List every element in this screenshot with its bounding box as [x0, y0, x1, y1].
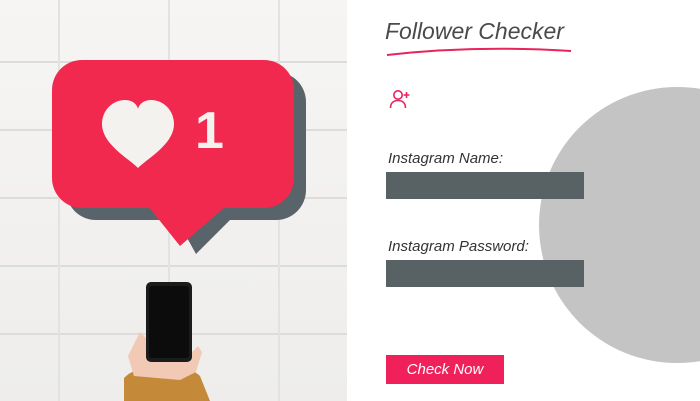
title-underline [386, 47, 572, 56]
instagram-password-input[interactable] [386, 260, 584, 287]
phone-icon [146, 282, 192, 362]
instagram-name-label: Instagram Name: [388, 150, 504, 167]
form-panel: Follower Checker Instagram Name: Instagr… [347, 0, 700, 401]
page-title: Follower Checker [385, 18, 564, 44]
hero-image: 1 [0, 0, 347, 401]
user-plus-icon [389, 90, 410, 109]
instagram-password-label: Instagram Password: [388, 238, 529, 255]
instagram-name-input[interactable] [386, 172, 584, 199]
notification-count: 1 [195, 102, 224, 160]
check-now-button[interactable]: Check Now [386, 355, 504, 384]
like-notification-graffiti [52, 60, 306, 401]
decorative-circle [539, 87, 700, 363]
